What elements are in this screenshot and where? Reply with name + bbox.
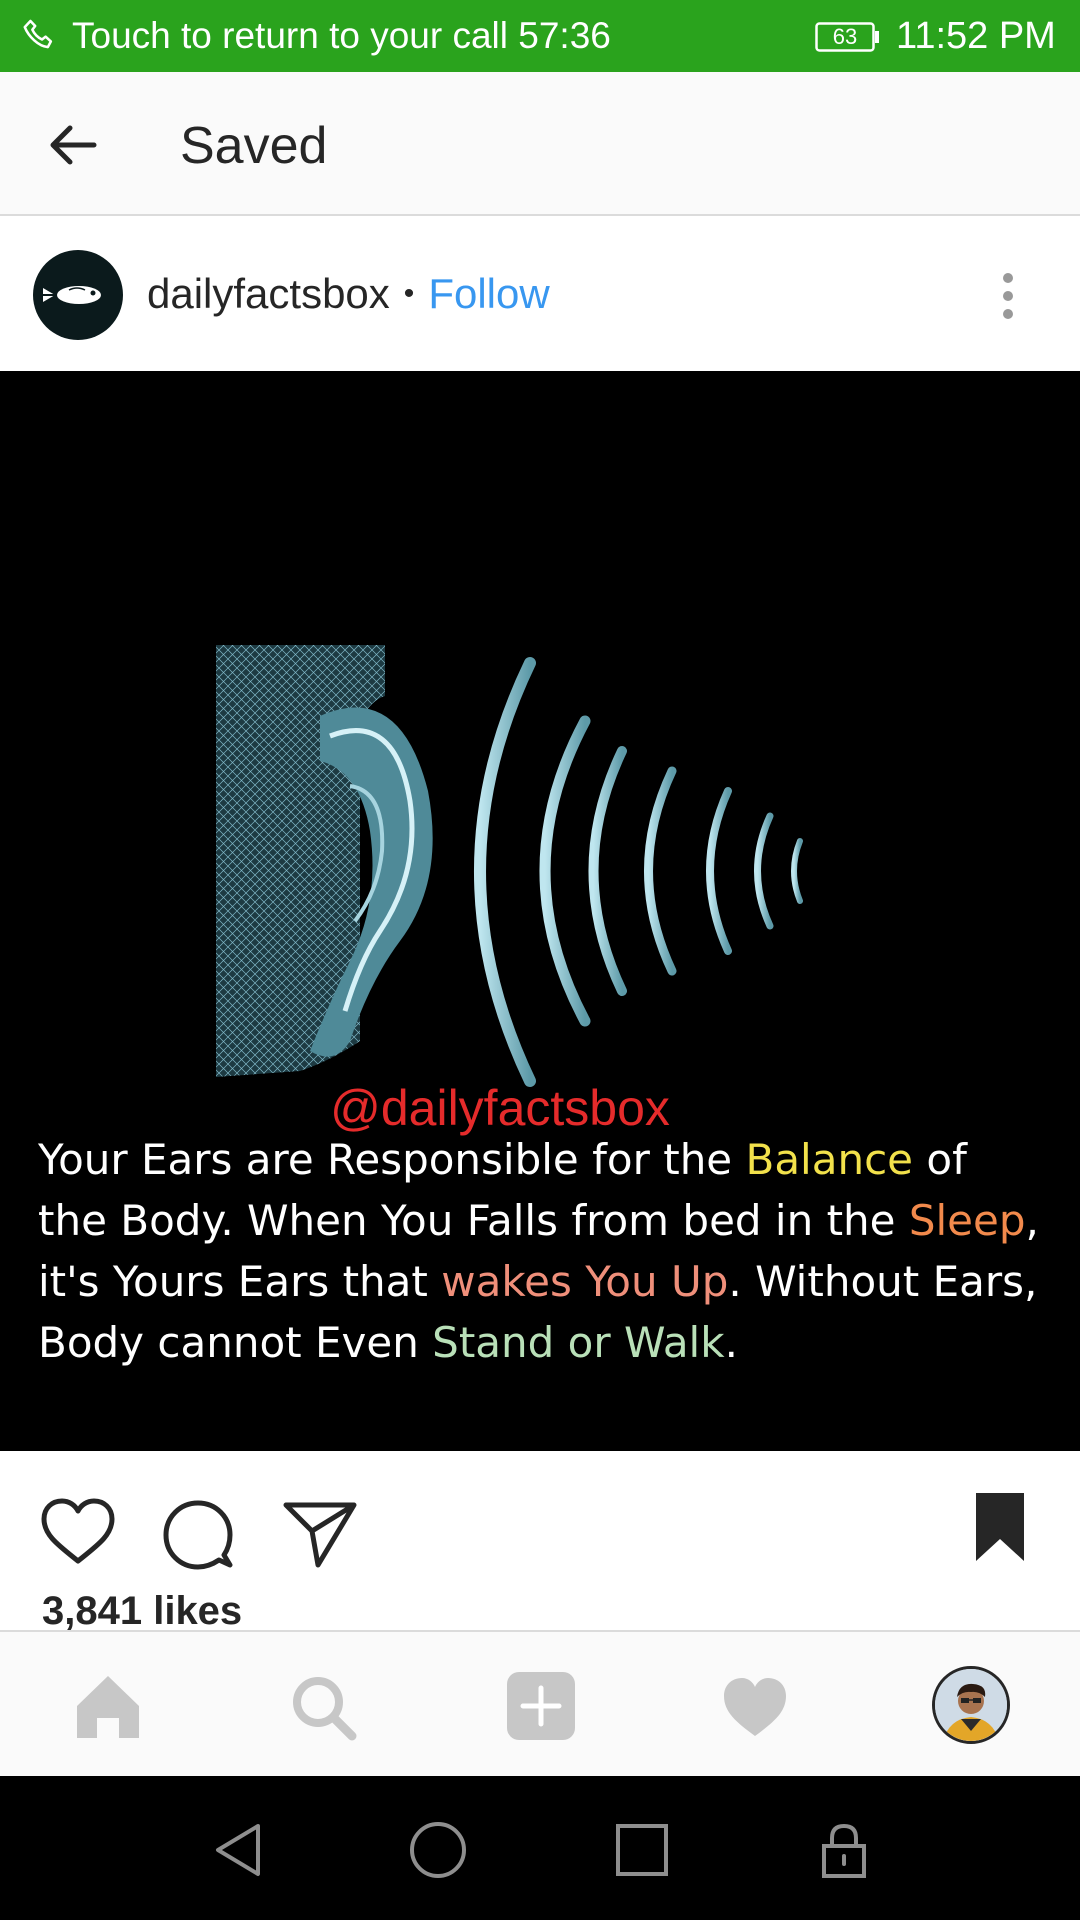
bottom-navigation: [0, 1630, 1080, 1776]
recents-square-icon[interactable]: [610, 1818, 674, 1882]
battery-level: 63: [832, 24, 858, 49]
return-to-call-text[interactable]: Touch to return to your call 57:36: [72, 15, 611, 57]
likes-count[interactable]: 3,841 likes: [42, 1589, 242, 1634]
caption-part: .: [724, 1318, 738, 1367]
search-icon[interactable]: [288, 1672, 358, 1742]
post-header: dailyfactsbox • Follow: [0, 218, 1080, 371]
post-actions: 3,841 likes: [0, 1451, 1080, 1634]
back-triangle-icon[interactable]: [206, 1818, 270, 1882]
caption-highlight-stand-or-walk: Stand or Walk: [432, 1318, 725, 1367]
post-image[interactable]: @dailyfactsbox Your Ears are Responsible…: [0, 371, 1080, 1451]
activity-heart-icon[interactable]: [720, 1672, 790, 1742]
account-avatar[interactable]: [33, 250, 123, 340]
app-header: Saved: [0, 72, 1080, 216]
instagram-saved-post-screen: Touch to return to your call 57:36 63 11…: [0, 0, 1080, 1920]
add-post-icon[interactable]: [505, 1670, 577, 1742]
username[interactable]: dailyfactsbox: [147, 270, 390, 318]
lock-icon[interactable]: [812, 1818, 876, 1882]
page-title: Saved: [180, 117, 328, 175]
caption-highlight-wakes-you-up: wakes You Up: [441, 1257, 729, 1306]
clock: 11:52 PM: [896, 15, 1056, 57]
image-caption-text: Your Ears are Responsible for the Balanc…: [38, 1129, 1048, 1373]
caption-highlight-balance: Balance: [745, 1135, 914, 1184]
heart-icon[interactable]: [38, 1493, 118, 1573]
back-arrow-icon[interactable]: [44, 117, 100, 173]
caption-highlight-sleep: Sleep: [908, 1196, 1026, 1245]
share-icon[interactable]: [280, 1493, 360, 1573]
profile-avatar[interactable]: [932, 1666, 1010, 1744]
status-bar[interactable]: Touch to return to your call 57:36 63 11…: [0, 0, 1080, 72]
follow-button[interactable]: Follow: [428, 270, 549, 318]
username-row: dailyfactsbox • Follow: [147, 270, 550, 318]
more-options-icon[interactable]: [990, 270, 1026, 322]
separator-dot: •: [403, 277, 415, 310]
caption-part: Your Ears are Responsible for the: [38, 1135, 746, 1184]
ear-sound-waves-illustration: [216, 645, 803, 1087]
home-circle-icon[interactable]: [406, 1818, 470, 1882]
system-navigation-bar: [0, 1776, 1080, 1920]
battery-icon: 63: [815, 22, 881, 52]
home-icon[interactable]: [73, 1672, 143, 1742]
bookmark-icon[interactable]: [968, 1487, 1032, 1567]
phone-icon: [23, 19, 53, 49]
comment-icon[interactable]: [158, 1493, 238, 1573]
